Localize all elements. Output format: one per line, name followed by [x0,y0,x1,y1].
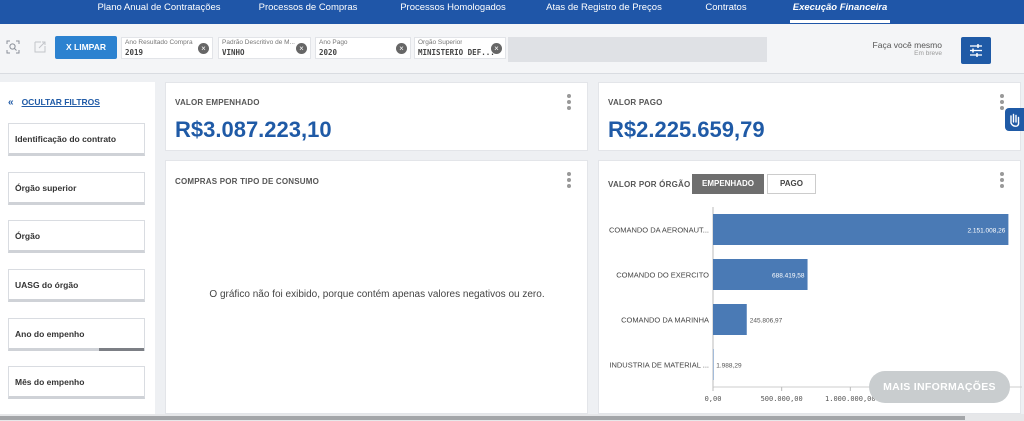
card-title: COMPRAS POR TIPO DE CONSUMO [175,177,320,186]
chip-label: Ano Resultado Compra [125,39,193,46]
kpi-title: VALOR PAGO [608,98,663,107]
more-info-button[interactable]: MAIS INFORMAÇÕES [869,371,1010,403]
bar [713,214,1009,245]
more-options-icon[interactable] [1000,94,1004,110]
filter-label: Órgão superior [15,183,77,193]
kpi-value: R$3.087.223,10 [175,117,332,142]
filter-identificacao-contrato[interactable]: Identificação do contrato [8,123,145,156]
bar [713,349,714,380]
x-tick-label: 1.000.000,00 [825,395,876,403]
kpi-valor-pago: VALOR PAGO R$2.225.659,79 [598,82,1021,151]
filter-ano-empenho[interactable]: Ano do empenho [8,318,145,351]
consumo-chart-card: COMPRAS POR TIPO DE CONSUMO O gráfico nã… [165,160,588,414]
kpi-value: R$2.225.659,79 [608,117,765,142]
active-tab-indicator [790,20,890,23]
bar [713,304,747,335]
tab-execucao-financeira[interactable]: Execução Financeira [790,0,890,20]
filter-chip-ano-pago[interactable]: Ano Pago 2020 × [315,37,411,59]
category-label: COMANDO DA MARINHA [621,316,709,325]
remove-filter-icon[interactable]: × [198,43,209,54]
filter-chip-padrao-descritivo[interactable]: Padrão Descritivo de M... VINHO × [218,37,311,59]
tab-contratos[interactable]: Contratos [700,0,752,20]
filter-settings-button[interactable] [961,37,991,64]
tab-processos-homologados[interactable]: Processos Homologados [395,0,511,20]
category-label: INDUSTRIA DE MATERIAL ... [609,361,709,370]
filter-bar: X LIMPAR Ano Resultado Compra 2019 × Pad… [0,24,1024,74]
double-chevron-left-icon: « [8,97,14,108]
data-label: 245.806,97 [750,318,783,325]
toggle-empenhado[interactable]: EMPENHADO [692,174,764,194]
more-options-icon[interactable] [567,172,571,188]
remove-filter-icon[interactable]: × [296,43,307,54]
chip-value: 2019 [125,48,144,57]
tab-plano-anual[interactable]: Plano Anual de Contratações [90,0,228,20]
filter-label: Ano do empenho [15,329,85,339]
chip-value: MINISTERIO DEF... [418,48,495,57]
kpi-title: VALOR EMPENHADO [175,98,260,107]
x-tick-label: 0,00 [705,395,722,403]
data-label: 1.988,29 [716,363,742,370]
filter-label: Mês do empenho [15,377,85,387]
data-label: 2.151.008,26 [967,228,1005,235]
scrollbar-thumb[interactable] [0,416,965,420]
tab-atas-registro[interactable]: Atas de Registro de Preços [542,0,666,20]
more-options-icon[interactable] [1000,172,1004,188]
filter-orgao-superior[interactable]: Órgão superior [8,172,145,205]
tab-processos-compras[interactable]: Processos de Compras [252,0,364,20]
category-label: COMANDO DO EXERCITO [616,271,709,280]
data-label: 688.419,58 [772,273,805,280]
filter-chip-orgao-superior[interactable]: Órgão Superior MINISTERIO DEF... × [414,37,506,59]
selection-bar [99,348,144,351]
filters-sidebar: « OCULTAR FILTROS Identificação do contra… [0,82,155,421]
filter-uasg-orgao[interactable]: UASG do órgão [8,269,145,302]
toggle-pago[interactable]: PAGO [767,174,816,194]
chip-label: Ano Pago [319,39,348,46]
filter-chip-ano-resultado[interactable]: Ano Resultado Compra 2019 × [121,37,213,59]
empty-chart-message: O gráfico não foi exibido, porque contém… [209,289,545,300]
accessibility-hand-icon[interactable] [1005,108,1024,131]
filter-mes-empenho[interactable]: Mês do empenho [8,366,145,399]
filter-label: UASG do órgão [15,280,79,290]
remove-filter-icon[interactable]: × [396,43,407,54]
sliders-icon [970,44,982,57]
chip-value: VINHO [222,48,245,57]
horizontal-scrollbar[interactable] [0,414,1024,421]
chip-label: Órgão Superior [418,39,463,46]
self-service-status: Em breve [914,50,942,57]
self-service-label: Faça você mesmo [872,40,942,50]
x-tick-label: 500.000,00 [761,395,803,403]
clear-filters-button[interactable]: X LIMPAR [55,36,117,59]
more-options-icon[interactable] [567,94,571,110]
chip-value: 2020 [319,48,338,57]
selections-tool-icon[interactable] [32,40,48,56]
filter-label: Órgão [15,231,41,241]
remove-filter-icon[interactable]: × [491,43,502,54]
chip-label: Padrão Descritivo de M... [222,39,295,46]
empty-filter-slot [508,37,767,62]
kpi-valor-empenhado: VALOR EMPENHADO R$3.087.223,10 [165,82,588,151]
smart-search-icon[interactable] [5,40,21,56]
category-label: COMANDO DA AERONAUT... [609,226,709,235]
top-navigation: Plano Anual de Contratações Processos de… [0,0,1024,24]
hide-filters-label: OCULTAR FILTROS [21,97,100,107]
filter-label: Identificação do contrato [15,134,117,144]
card-title: VALOR POR ÓRGÃO [608,180,691,189]
filter-orgao[interactable]: Órgão [8,220,145,253]
hide-filters-link[interactable]: « OCULTAR FILTROS [8,97,100,108]
